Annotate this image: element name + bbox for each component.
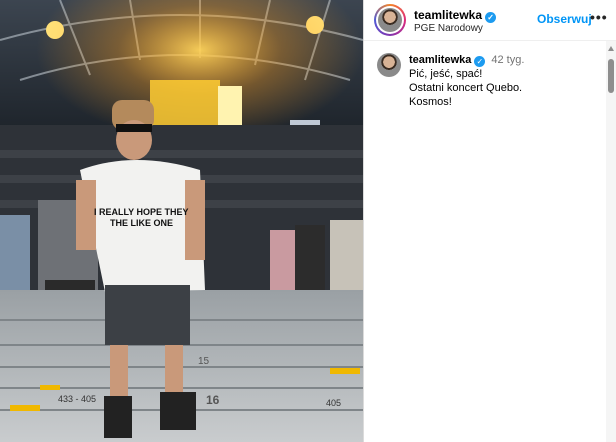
concert-photo-illustration: I REALLY HOPE THEY THE LIKE ONE 15 16 43… — [0, 0, 363, 442]
caption-line: Ostatni koncert Quebo. — [409, 82, 523, 94]
step-number-15: 15 — [198, 356, 210, 367]
post-header: teamlitewka ✓ PGE Narodowy Obserwuj ••• — [364, 0, 616, 41]
caption-line: Pić, jeść, spać! — [409, 68, 483, 80]
header-username-row[interactable]: teamlitewka ✓ — [414, 8, 497, 23]
follow-button[interactable]: Obserwuj — [537, 12, 592, 26]
post-side-panel: teamlitewka ✓ PGE Narodowy Obserwuj ••• t… — [363, 0, 616, 442]
shirt-text-1: I REALLY HOPE THEY — [94, 207, 189, 217]
verified-icon: ✓ — [485, 12, 497, 23]
header-username[interactable]: teamlitewka — [414, 8, 482, 22]
shirt-text-2: THE LIKE ONE — [110, 218, 173, 228]
location-link[interactable]: PGE Narodowy — [414, 23, 483, 34]
caption-avatar[interactable] — [377, 53, 401, 77]
avatar — [378, 8, 402, 32]
caption-timestamp[interactable]: 42 tyg. — [491, 54, 524, 66]
verified-icon: ✓ — [474, 56, 486, 67]
caption-text: teamlitewka ✓ 42 tyg. Pić, jeść, spać! Ost… — [409, 53, 609, 109]
caption-username[interactable]: teamlitewka — [409, 54, 471, 66]
scrollbar-thumb[interactable] — [608, 59, 614, 93]
more-options-icon[interactable]: ••• — [590, 9, 608, 25]
step-number-16: 16 — [206, 393, 220, 407]
seat-label-right: 405 — [326, 398, 341, 408]
comments-scrollbar[interactable] — [606, 41, 616, 442]
seat-label-left: 433 - 405 — [58, 394, 96, 404]
caption-line: Kosmos! — [409, 96, 452, 108]
scroll-up-icon[interactable] — [608, 46, 614, 51]
post-photo[interactable]: I REALLY HOPE THEY THE LIKE ONE 15 16 43… — [0, 0, 363, 442]
story-avatar[interactable] — [374, 4, 406, 36]
